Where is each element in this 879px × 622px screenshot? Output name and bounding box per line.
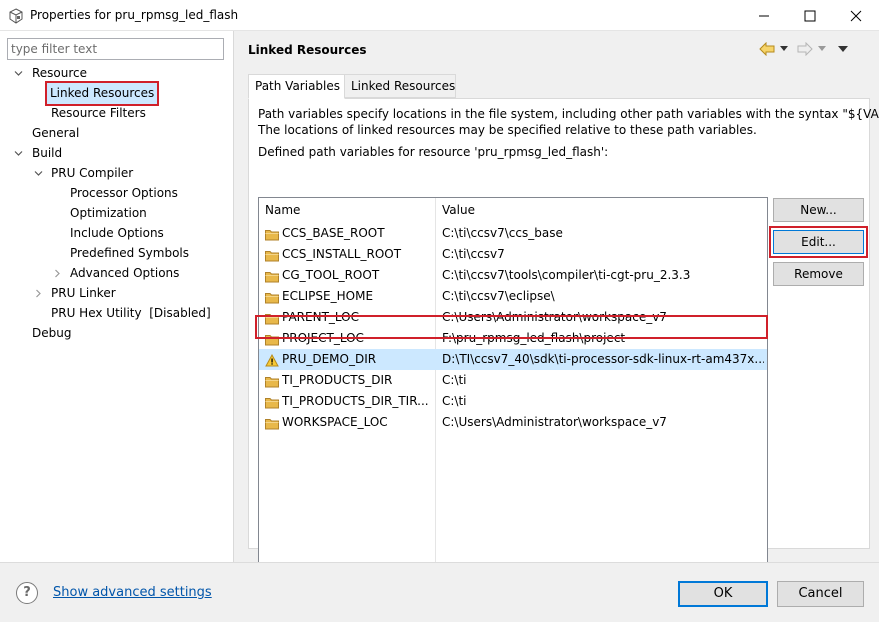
- table-row[interactable]: CCS_INSTALL_ROOT C:\ti\ccsv7: [259, 244, 767, 265]
- page-title: Linked Resources: [248, 43, 367, 57]
- variable-value: C:\Users\Administrator\workspace_v7: [442, 310, 667, 324]
- table-row[interactable]: TI_PRODUCTS_DIR_TIR... C:\ti: [259, 391, 767, 412]
- folder-icon: [265, 227, 279, 241]
- variable-value: F:\pru_rpmsg_led_flash\project: [442, 331, 626, 345]
- preference-tree-pane: Resource Linked Resources Resource Filte…: [0, 31, 234, 562]
- folder-icon: [265, 248, 279, 262]
- folder-icon: [265, 416, 279, 430]
- tree-item-build[interactable]: Build: [32, 143, 62, 163]
- app-icon: [9, 8, 23, 24]
- close-button[interactable]: [833, 0, 879, 31]
- tree-item-general[interactable]: General: [32, 123, 79, 143]
- tab-linked-resources[interactable]: Linked Resources: [344, 74, 456, 98]
- warning-icon: [265, 353, 279, 367]
- property-page: Linked Resources Path Variables Linked R…: [235, 31, 879, 579]
- variable-value: C:\ti\ccsv7: [442, 247, 505, 261]
- remove-button[interactable]: Remove: [773, 262, 864, 286]
- tree-item-processor-options[interactable]: Processor Options: [70, 183, 178, 203]
- view-menu-icon[interactable]: [838, 46, 848, 53]
- description-line: Path variables specify locations in the …: [258, 107, 879, 121]
- minimize-icon: [759, 15, 769, 17]
- show-advanced-settings-link[interactable]: Show advanced settings: [53, 585, 212, 600]
- variable-name: ECLIPSE_HOME: [282, 289, 374, 303]
- variable-value: C:\ti: [442, 373, 467, 387]
- minimize-button[interactable]: [741, 0, 787, 31]
- description-line: The locations of linked resources may be…: [258, 123, 757, 137]
- filter-input[interactable]: [7, 38, 224, 60]
- tree-item-include-options[interactable]: Include Options: [70, 223, 164, 243]
- history-navigation: [759, 41, 869, 59]
- tree-item-pru-hex-utility[interactable]: PRU Hex Utility [Disabled]: [51, 303, 211, 323]
- variable-value: C:\ti\ccsv7\ccs_base: [442, 226, 563, 240]
- table-row[interactable]: CG_TOOL_ROOT C:\ti\ccsv7\tools\compiler\t…: [259, 265, 767, 286]
- tree-item-linked-resources[interactable]: Linked Resources: [44, 81, 160, 106]
- tree-item-resource-filters[interactable]: Resource Filters: [51, 103, 146, 123]
- window-title: Properties for pru_rpmsg_led_flash: [30, 8, 239, 22]
- cancel-button[interactable]: Cancel: [777, 581, 864, 607]
- variable-name: PRU_DEMO_DIR: [282, 352, 377, 366]
- tree-item-optimization[interactable]: Optimization: [70, 203, 147, 223]
- variable-value: D:\TI\ccsv7_40\sdk\ti-processor-sdk-linu…: [442, 352, 764, 366]
- variable-value: C:\Users\Administrator\workspace_v7: [442, 415, 667, 429]
- table-row[interactable]: TI_PRODUCTS_DIR C:\ti: [259, 370, 767, 391]
- back-dropdown-icon[interactable]: [780, 46, 788, 52]
- table-row[interactable]: PARENT_LOC C:\Users\Administrator\workspa…: [259, 307, 767, 328]
- dialog-button-bar: ? Show advanced settings OK Cancel: [0, 562, 879, 622]
- table-row[interactable]: CCS_BASE_ROOT C:\ti\ccsv7\ccs_base: [259, 223, 767, 244]
- forward-dropdown-icon: [818, 46, 826, 51]
- variable-name: TI_PRODUCTS_DIR_TIR...: [282, 394, 429, 408]
- variable-name: CCS_INSTALL_ROOT: [282, 247, 402, 261]
- table-row[interactable]: ECLIPSE_HOME C:\ti\ccsv7\eclipse\: [259, 286, 767, 307]
- maximize-icon: [804, 10, 816, 22]
- folder-icon: [265, 290, 279, 304]
- folder-icon: [265, 374, 279, 388]
- tree-item-pru-compiler[interactable]: PRU Compiler: [51, 163, 133, 183]
- expanded-twisty-icon[interactable]: [14, 149, 23, 158]
- expanded-twisty-icon[interactable]: [14, 69, 23, 78]
- close-icon: [850, 10, 862, 22]
- variable-name: WORKSPACE_LOC: [282, 415, 388, 429]
- tree-item-resource[interactable]: Resource: [32, 63, 87, 83]
- collapsed-twisty-icon[interactable]: [53, 269, 62, 278]
- path-variables-panel: Path variables specify locations in the …: [248, 98, 879, 579]
- forward-arrow-icon: [797, 42, 813, 56]
- column-header-value[interactable]: Value: [436, 198, 766, 222]
- tree-item-pru-linker[interactable]: PRU Linker: [51, 283, 116, 303]
- table-row[interactable]: PRU_DEMO_DIR D:\TI\ccsv7_40\sdk\ti-proces…: [259, 349, 767, 370]
- tree-item-debug[interactable]: Debug: [32, 323, 71, 343]
- path-variables-table[interactable]: Name Value CCS_BASE_ROOT C:\ti\ccsv7\ccs_…: [258, 197, 768, 579]
- tab-path-variables[interactable]: Path Variables: [248, 74, 345, 99]
- table-caption: Defined path variables for resource 'pru…: [258, 145, 609, 159]
- table-row[interactable]: PROJECT_LOC F:\pru_rpmsg_led_flash\projec…: [259, 328, 767, 349]
- maximize-button[interactable]: [787, 0, 833, 31]
- tree-item-predefined-symbols[interactable]: Predefined Symbols: [70, 243, 189, 263]
- variable-name: PROJECT_LOC: [282, 331, 364, 345]
- expanded-twisty-icon[interactable]: [34, 169, 43, 178]
- collapsed-twisty-icon[interactable]: [34, 289, 43, 298]
- ok-button[interactable]: OK: [678, 581, 768, 607]
- table-row[interactable]: WORKSPACE_LOC C:\Users\Administrator\work…: [259, 412, 767, 433]
- variable-value: C:\ti: [442, 394, 467, 408]
- column-header-name[interactable]: Name: [259, 198, 435, 222]
- folder-icon: [265, 311, 279, 325]
- back-arrow-icon[interactable]: [759, 42, 775, 56]
- variable-name: CCS_BASE_ROOT: [282, 226, 385, 240]
- folder-icon: [265, 332, 279, 346]
- edit-button[interactable]: Edit...: [769, 226, 868, 258]
- new-button[interactable]: New...: [773, 198, 864, 222]
- variable-name: CG_TOOL_ROOT: [282, 268, 380, 282]
- help-icon[interactable]: ?: [16, 582, 38, 604]
- folder-icon: [265, 395, 279, 409]
- folder-icon: [265, 269, 279, 283]
- title-bar: Properties for pru_rpmsg_led_flash: [0, 0, 879, 31]
- tree-item-advanced-options[interactable]: Advanced Options: [70, 263, 179, 283]
- variable-value: C:\ti\ccsv7\eclipse\: [442, 289, 555, 303]
- variable-name: PARENT_LOC: [282, 310, 359, 324]
- variable-value: C:\ti\ccsv7\tools\compiler\ti-cgt-pru_2.…: [442, 268, 691, 282]
- variable-name: TI_PRODUCTS_DIR: [282, 373, 393, 387]
